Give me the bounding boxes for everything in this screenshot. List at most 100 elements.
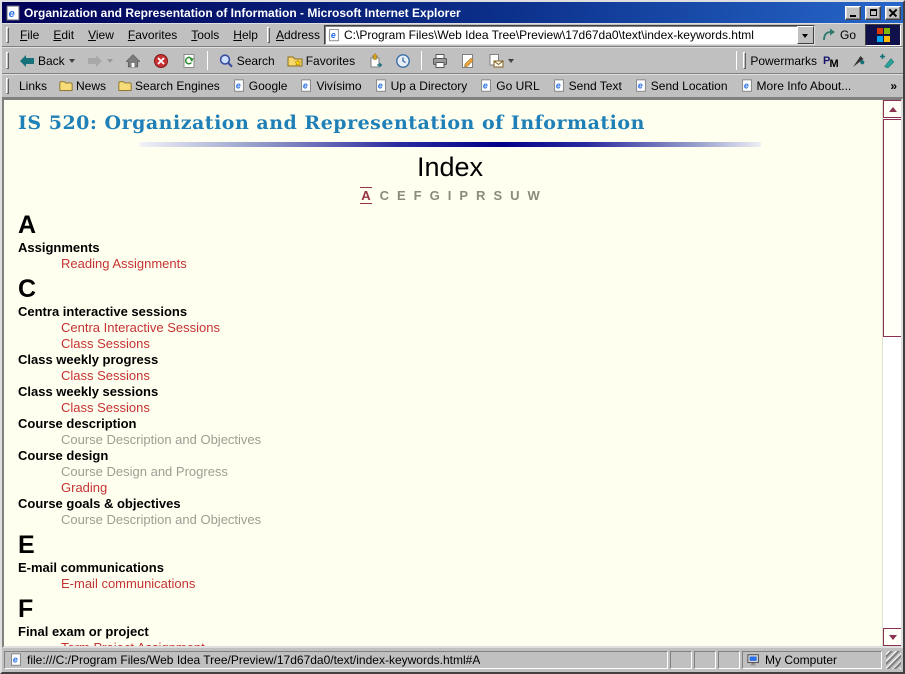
links-grip[interactable] <box>6 78 9 93</box>
letter-link-u[interactable]: U <box>510 188 519 203</box>
link-search-engines[interactable]: Search Engines <box>112 77 226 96</box>
menu-grip[interactable] <box>6 27 9 42</box>
vertical-scrollbar[interactable] <box>882 100 901 646</box>
menu-view[interactable]: View <box>81 25 121 45</box>
toolbar: Back Searc <box>2 47 903 74</box>
flag-red <box>877 28 883 34</box>
folders-button[interactable] <box>361 50 389 72</box>
letter-link-w[interactable]: W <box>528 188 540 203</box>
index-link[interactable]: Class Sessions <box>18 368 882 384</box>
browser-viewport: IS 520: Organization and Representation … <box>2 98 903 648</box>
back-dropdown-icon[interactable] <box>69 59 75 66</box>
close-button[interactable] <box>885 6 901 20</box>
scroll-up-button[interactable] <box>883 100 902 118</box>
back-button[interactable]: Back <box>13 50 81 72</box>
index-term: Centra interactive sessions <box>18 304 882 320</box>
ie-page-icon: e <box>634 79 648 94</box>
link-more-info[interactable]: e More Info About... <box>734 77 858 96</box>
letter-link-p[interactable]: P <box>459 188 468 203</box>
address-value[interactable]: C:\Program Files\Web Idea Tree\Preview\1… <box>344 28 794 42</box>
letter-link-f[interactable]: F <box>414 188 422 203</box>
menu-help[interactable]: Help <box>226 25 265 45</box>
address-input[interactable]: e C:\Program Files\Web Idea Tree\Preview… <box>324 25 815 45</box>
mail-icon <box>488 53 504 69</box>
index-link[interactable]: Reading Assignments <box>18 256 882 272</box>
ie-page-icon: e <box>232 79 246 94</box>
toolbar-grip[interactable] <box>6 52 9 70</box>
triangle-down-icon <box>889 635 897 644</box>
index-link[interactable]: Course Description and Objectives <box>18 512 882 528</box>
refresh-icon <box>181 53 197 69</box>
folder-up-icon <box>367 53 383 69</box>
maximize-button[interactable] <box>865 6 881 20</box>
powermarks-search-button[interactable] <box>845 50 873 72</box>
index-link[interactable]: Grading <box>18 480 882 496</box>
powermarks-dart-icon <box>851 53 867 69</box>
scroll-down-button[interactable] <box>883 628 902 646</box>
go-label: Go <box>840 28 856 42</box>
index-link[interactable]: Course Description and Objectives <box>18 432 882 448</box>
favorites-button[interactable]: Favorites <box>281 50 361 72</box>
menu-edit[interactable]: Edit <box>46 25 81 45</box>
menu-tools[interactable]: Tools <box>184 25 226 45</box>
svg-text:M: M <box>830 58 839 69</box>
index-term: E-mail communications <box>18 560 882 576</box>
index-link[interactable]: Centra Interactive Sessions <box>18 320 882 336</box>
scrollbar-thumb[interactable] <box>883 119 902 337</box>
letter-link-r[interactable]: R <box>476 188 485 203</box>
minimize-button[interactable] <box>845 6 861 20</box>
section-heading-f: F <box>18 596 882 622</box>
status-pane-3 <box>718 651 740 669</box>
mail-button[interactable] <box>482 50 520 72</box>
link-news[interactable]: News <box>53 77 112 96</box>
print-button[interactable] <box>426 50 454 72</box>
triangle-up-icon <box>889 103 897 112</box>
link-send-text[interactable]: e Send Text <box>546 77 628 96</box>
svg-text:e: e <box>377 80 382 90</box>
powermarks-add-button[interactable] <box>873 50 901 72</box>
address-dropdown-button[interactable] <box>797 26 814 44</box>
letter-link-g[interactable]: G <box>430 188 440 203</box>
search-button[interactable]: Search <box>212 50 281 72</box>
powermarks-button[interactable]: PM <box>817 50 845 72</box>
index-link[interactable]: Class Sessions <box>18 400 882 416</box>
index-link[interactable]: E-mail communications <box>18 576 882 592</box>
edit-button[interactable] <box>454 50 482 72</box>
links-overflow-button[interactable]: » <box>886 79 901 93</box>
letter-link-a[interactable]: A <box>360 187 371 204</box>
web-page: IS 520: Organization and Representation … <box>4 100 882 646</box>
go-arrow-icon <box>821 27 837 43</box>
menu-address-bar: File Edit View Favorites Tools Help Addr… <box>2 23 903 47</box>
link-go-url[interactable]: e Go URL <box>473 77 545 96</box>
letter-link-c[interactable]: C <box>380 188 389 203</box>
menu-file[interactable]: File <box>13 25 46 45</box>
link-google[interactable]: e Google <box>226 77 294 96</box>
index-link[interactable]: Course Design and Progress <box>18 464 882 480</box>
ie-page-icon: e <box>299 79 313 94</box>
stop-button[interactable] <box>147 50 175 72</box>
index-link[interactable]: Class Sessions <box>18 336 882 352</box>
resize-grip[interactable] <box>886 651 901 669</box>
letter-link-s[interactable]: S <box>493 188 502 203</box>
home-button[interactable] <box>119 50 147 72</box>
menu-favorites[interactable]: Favorites <box>121 25 184 45</box>
refresh-button[interactable] <box>175 50 203 72</box>
index-link[interactable]: Term Project Assignment <box>18 640 882 646</box>
powermarks-label: Powermarks <box>750 54 817 68</box>
powermarks-grip[interactable] <box>743 52 746 70</box>
svg-text:e: e <box>483 80 488 90</box>
svg-text:e: e <box>9 8 15 20</box>
letter-link-e[interactable]: E <box>397 188 406 203</box>
mail-dropdown-icon[interactable] <box>508 59 514 66</box>
history-button[interactable] <box>389 50 417 72</box>
link-up-a-directory[interactable]: e Up a Directory <box>368 77 474 96</box>
forward-button[interactable] <box>81 50 119 72</box>
ie-page-icon: e <box>327 28 341 43</box>
go-button[interactable]: Go <box>815 24 862 46</box>
forward-dropdown-icon[interactable] <box>107 59 113 66</box>
link-send-location[interactable]: e Send Location <box>628 77 734 96</box>
letter-link-i[interactable]: I <box>448 188 452 203</box>
link-vivisimo[interactable]: e Vivísimo <box>293 77 367 96</box>
links-bar: Links News Search Engines e Google e Viv… <box>2 74 903 98</box>
address-grip[interactable] <box>267 27 270 42</box>
